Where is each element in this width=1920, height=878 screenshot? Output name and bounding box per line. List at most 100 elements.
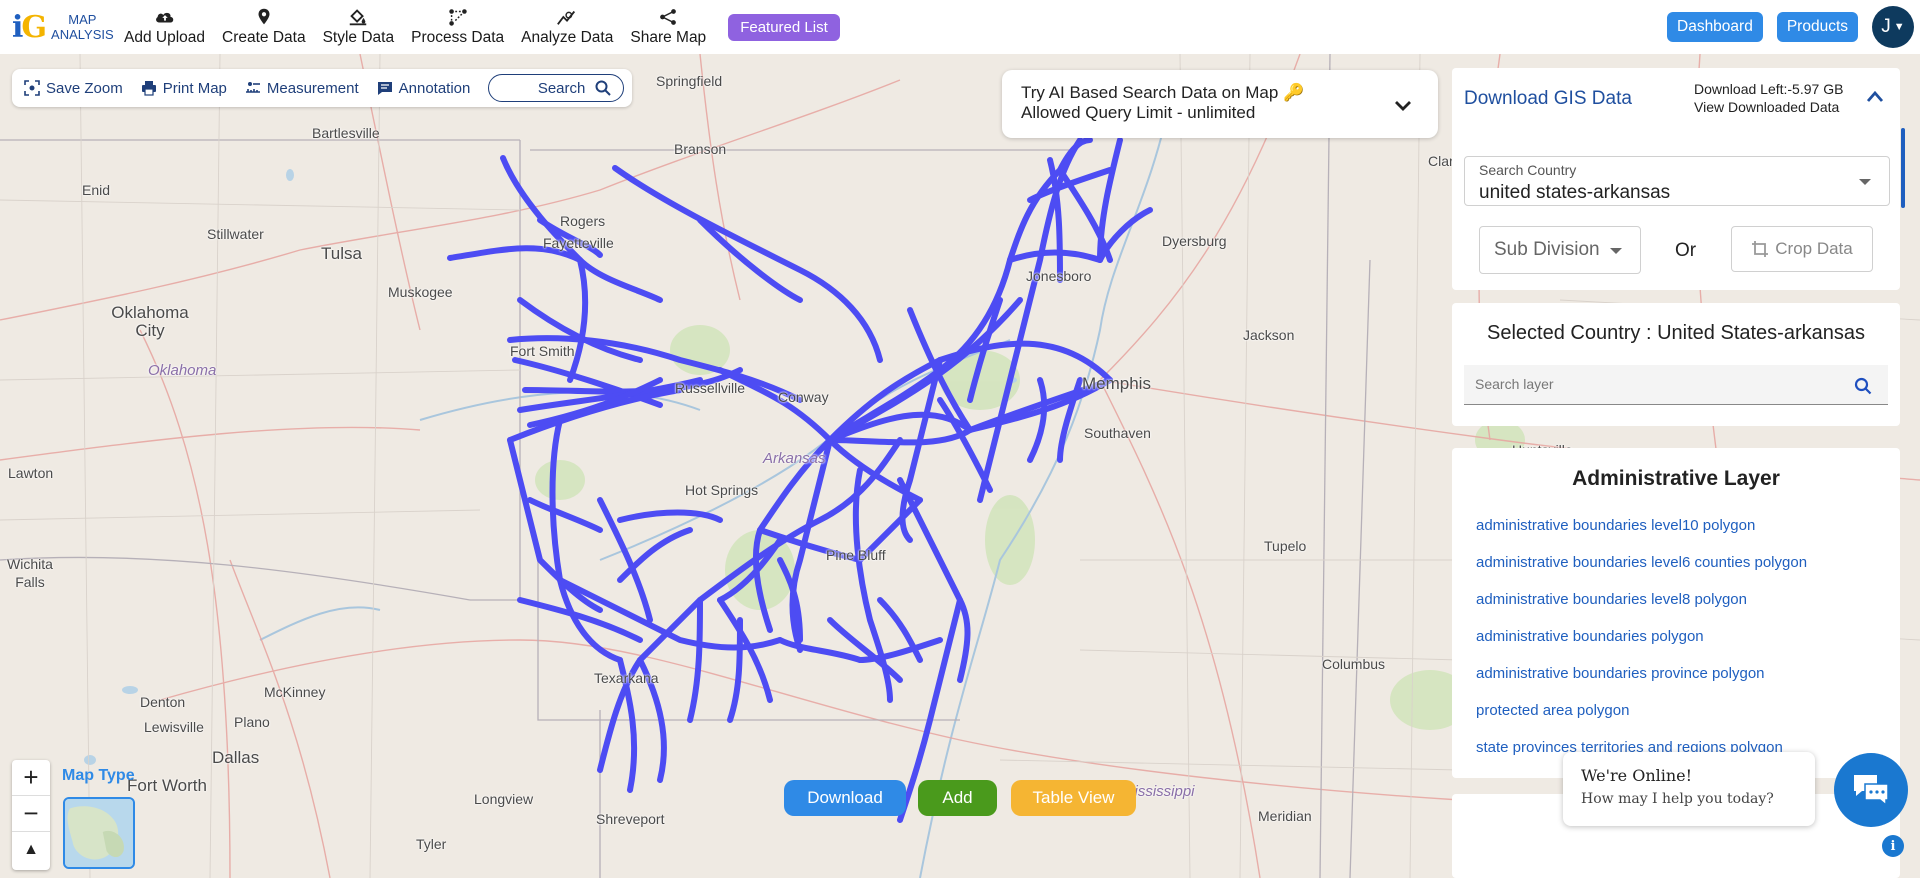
- zoom-out-button[interactable]: −: [12, 796, 50, 832]
- annotation-button[interactable]: Annotation: [377, 79, 471, 97]
- layer-link[interactable]: administrative boundaries level8 polygon: [1476, 591, 1747, 608]
- print-map-button[interactable]: Print Map: [141, 80, 227, 97]
- nav-style-data-label: Style Data: [322, 29, 395, 46]
- layer-search-input[interactable]: Search layer: [1464, 365, 1888, 405]
- download-card: Download GIS Data Download Left:-5.97 GB…: [1452, 68, 1900, 290]
- logo[interactable]: iG MAP ANALYSIS: [12, 10, 124, 45]
- map-toolbar: Save Zoom Print Map Measurement Annotati…: [12, 69, 632, 107]
- crop-icon: [1752, 241, 1769, 257]
- compass-icon: ▲: [23, 841, 39, 858]
- search-country-value: united states-arkansas: [1479, 182, 1671, 203]
- layer-link[interactable]: administrative boundaries level10 polygo…: [1476, 517, 1755, 534]
- map-type-thumbnail[interactable]: [63, 797, 135, 869]
- crop-data-button[interactable]: Crop Data: [1731, 226, 1873, 272]
- chat-online-text: We're Online!: [1581, 766, 1693, 785]
- chat-help-text: How may I help you today?: [1581, 791, 1774, 807]
- nav-add-upload-label: Add Upload: [124, 29, 206, 46]
- cloud-upload-icon: [155, 12, 173, 23]
- avatar[interactable]: J ▼: [1872, 6, 1914, 48]
- download-info: Download Left:-5.97 GB View Downloaded D…: [1694, 80, 1843, 116]
- nav-create-data-label: Create Data: [222, 29, 306, 46]
- administrative-layer-card: Administrative Layer administrative boun…: [1452, 448, 1900, 778]
- table-view-button[interactable]: Table View: [1011, 780, 1136, 816]
- nav-add-upload[interactable]: Add Upload: [124, 0, 205, 54]
- selected-country-card: Selected Country : United States-arkansa…: [1452, 303, 1900, 426]
- download-left-text: Download Left:-5.97 GB: [1694, 81, 1844, 97]
- caret-down-icon: ▼: [1893, 21, 1905, 33]
- nav-share-map-label: Share Map: [630, 29, 707, 46]
- zoom-controls: + − ▲: [12, 760, 50, 870]
- paint-bucket-icon: [350, 9, 367, 26]
- crop-data-label: Crop Data: [1775, 239, 1853, 258]
- minus-icon: −: [23, 798, 39, 828]
- administrative-layer-title: Administrative Layer: [1572, 467, 1780, 490]
- add-button[interactable]: Add: [918, 780, 997, 816]
- logo-line2: ANALYSIS: [51, 27, 114, 42]
- ai-search-box[interactable]: Try AI Based Search Data on Map 🔑 Allowe…: [1002, 70, 1438, 138]
- ai-search-line1: Try AI Based Search Data on Map 🔑: [1021, 83, 1305, 102]
- download-gis-title: Download GIS Data: [1464, 88, 1632, 109]
- search-icon[interactable]: [1854, 377, 1872, 395]
- download-button[interactable]: Download: [784, 780, 906, 816]
- nav-analyze-data-label: Analyze Data: [521, 29, 614, 46]
- nav-style-data[interactable]: Style Data: [322, 0, 395, 54]
- sub-division-label: Sub Division: [1494, 239, 1600, 260]
- map-type-label: Map Type: [62, 767, 135, 784]
- nav-process-data-label: Process Data: [411, 29, 505, 46]
- map-pin-icon: [258, 8, 270, 25]
- process-icon: [448, 9, 467, 26]
- products-button[interactable]: Products: [1776, 12, 1858, 42]
- nav-share-map[interactable]: Share Map: [630, 0, 706, 54]
- plus-icon: +: [23, 762, 39, 792]
- search-icon: [595, 80, 612, 96]
- printer-icon: [141, 81, 156, 96]
- nav-analyze-data[interactable]: Analyze Data: [521, 0, 613, 54]
- nav-create-data[interactable]: Create Data: [222, 0, 306, 54]
- zoom-in-button[interactable]: +: [12, 760, 50, 796]
- chat-bubble[interactable]: We're Online! How may I help you today?: [1563, 752, 1815, 826]
- map-search-label: Search: [537, 79, 586, 97]
- dashboard-button[interactable]: Dashboard: [1667, 12, 1763, 42]
- ruler-icon: [245, 82, 260, 93]
- annotation-label: Annotation: [398, 79, 471, 97]
- view-downloaded-link[interactable]: View Downloaded Data: [1694, 98, 1843, 116]
- sub-division-select[interactable]: Sub Division: [1479, 226, 1641, 274]
- chevron-down-icon[interactable]: [1392, 94, 1414, 116]
- focus-icon: [24, 80, 40, 96]
- logo-line1: MAP: [68, 12, 97, 27]
- featured-list-button[interactable]: Featured List: [728, 13, 840, 41]
- chat-button[interactable]: [1834, 753, 1908, 827]
- layer-link[interactable]: administrative boundaries level6 countie…: [1476, 554, 1807, 571]
- reset-north-button[interactable]: ▲: [12, 832, 50, 868]
- chevron-up-icon[interactable]: [1864, 86, 1886, 108]
- comment-icon: [377, 82, 392, 95]
- info-icon[interactable]: i: [1882, 835, 1904, 857]
- search-country-select[interactable]: Search Country united states-arkansas: [1464, 156, 1890, 206]
- logo-mark-icon: iG: [12, 9, 47, 45]
- logo-text: MAP ANALYSIS: [51, 12, 114, 42]
- measurement-label: Measurement: [266, 79, 359, 97]
- or-separator: Or: [1675, 240, 1697, 261]
- print-map-label: Print Map: [162, 79, 227, 97]
- map-thumbnail-icon: [65, 799, 133, 867]
- search-country-label: Search Country: [1479, 162, 1577, 178]
- share-icon: [660, 9, 677, 25]
- map-search-button[interactable]: Search: [488, 74, 625, 102]
- ai-search-line2: Allowed Query Limit - unlimited: [1021, 103, 1256, 122]
- save-zoom-button[interactable]: Save Zoom: [24, 80, 123, 97]
- layer-link[interactable]: administrative boundaries polygon: [1476, 628, 1704, 645]
- layer-link[interactable]: protected area polygon: [1476, 702, 1629, 719]
- top-navbar: iG MAP ANALYSIS Add Upload Create Data S…: [0, 0, 1920, 54]
- measurement-button[interactable]: Measurement: [245, 80, 359, 97]
- header-right: Dashboard Products J ▼: [1667, 0, 1920, 54]
- layer-link[interactable]: administrative boundaries province polyg…: [1476, 665, 1765, 682]
- chat-icon: [1854, 775, 1889, 807]
- dropdown-arrow-icon: [1610, 248, 1622, 254]
- selected-country-title: Selected Country : United States-arkansa…: [1487, 322, 1865, 344]
- nav-process-data[interactable]: Process Data: [411, 0, 504, 54]
- panel-scrollbar[interactable]: [1901, 128, 1905, 208]
- avatar-initial: J: [1881, 16, 1891, 37]
- save-zoom-label: Save Zoom: [46, 79, 123, 97]
- layer-search-placeholder: Search layer: [1475, 376, 1554, 392]
- dropdown-arrow-icon: [1859, 179, 1871, 185]
